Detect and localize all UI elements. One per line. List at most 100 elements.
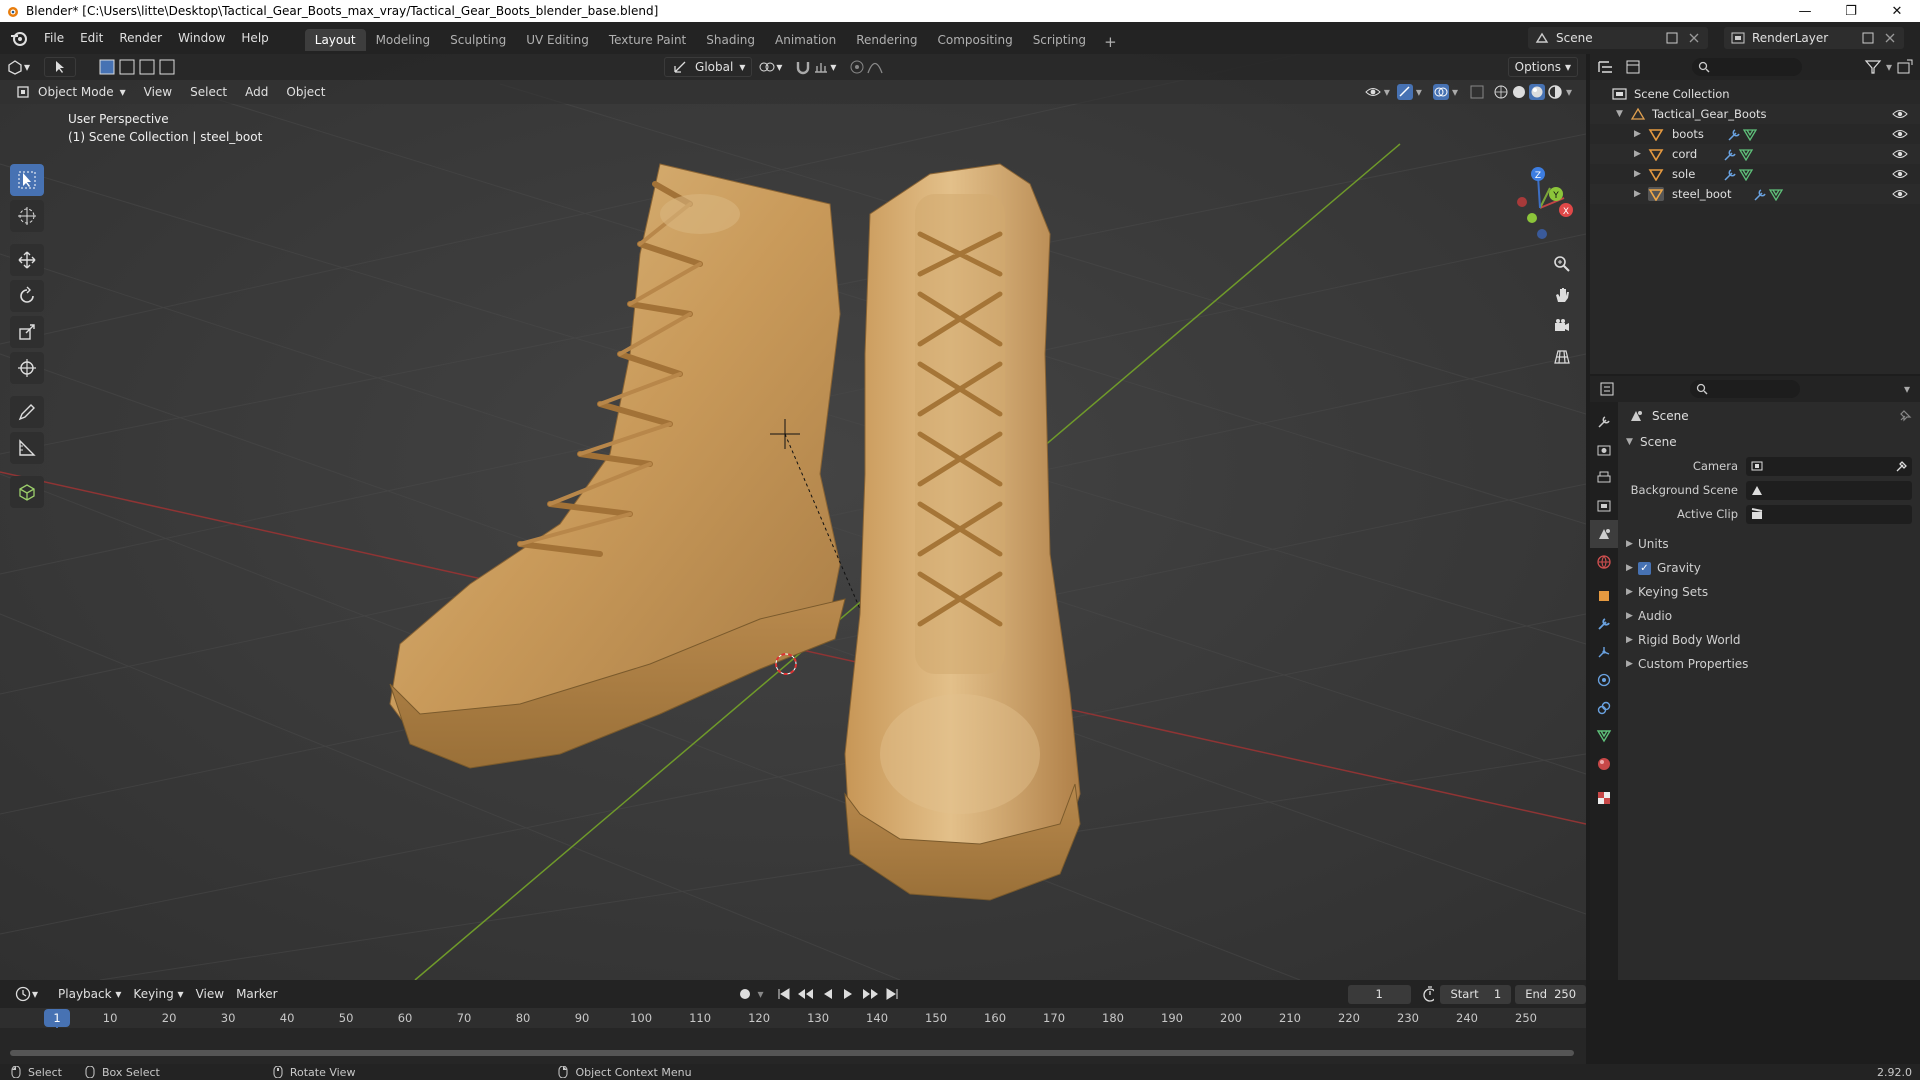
- tab-shading[interactable]: Shading: [696, 29, 765, 51]
- timeline-ruler[interactable]: 1 10 20 30 40 50 60 70 80 90 100 110 120 130 140 150 160…: [0, 1008, 1586, 1063]
- background-scene-field[interactable]: [1746, 480, 1912, 500]
- visibility-eye-icon[interactable]: [1892, 106, 1908, 122]
- tab-modeling[interactable]: Modeling: [366, 29, 441, 51]
- prev-keyframe-icon[interactable]: [796, 987, 816, 1001]
- outliner-editor-icon[interactable]: [1596, 58, 1624, 76]
- expand-triangle-icon[interactable]: ▶: [1634, 189, 1648, 199]
- timeline-menu-view[interactable]: View: [190, 984, 230, 1004]
- move-tool[interactable]: [10, 244, 44, 276]
- select-tool-button[interactable]: [44, 57, 77, 77]
- timeline-editor-type-button[interactable]: ▾: [8, 984, 44, 1004]
- outliner-row-object-active[interactable]: ▶ steel_boot: [1590, 184, 1920, 204]
- restore-button[interactable]: ❐: [1828, 0, 1874, 22]
- start-frame-field[interactable]: Start 1: [1440, 984, 1512, 1004]
- play-icon[interactable]: [840, 987, 856, 1001]
- timeline-scrollbar[interactable]: [10, 1050, 1574, 1056]
- pin-icon[interactable]: [1898, 409, 1912, 423]
- visibility-eye-icon[interactable]: [1892, 166, 1908, 182]
- tab-world[interactable]: [1590, 548, 1618, 576]
- cursor-tool[interactable]: [10, 200, 44, 232]
- perspective-toggle-button[interactable]: [1548, 343, 1576, 371]
- filter-icon[interactable]: [1864, 58, 1882, 76]
- tab-sculpting[interactable]: Sculpting: [440, 29, 516, 51]
- timeline-menu-playback[interactable]: Playback ▾: [52, 984, 127, 1004]
- eyedropper-icon[interactable]: [1894, 459, 1908, 473]
- gizmo-neg-y[interactable]: [1527, 213, 1537, 223]
- visibility-eye-icon[interactable]: [1892, 186, 1908, 202]
- tab-scene[interactable]: [1590, 520, 1618, 548]
- tab-output[interactable]: [1590, 464, 1618, 492]
- visibility-eye-icon[interactable]: [1364, 83, 1382, 101]
- tab-particles[interactable]: [1590, 638, 1618, 666]
- tab-render[interactable]: [1590, 436, 1618, 464]
- gravity-panel[interactable]: ▶ ✓ Gravity: [1618, 556, 1920, 580]
- camera-view-button[interactable]: [1548, 312, 1576, 340]
- gravity-checkbox[interactable]: ✓: [1638, 561, 1651, 575]
- overlay-toggle-icon[interactable]: [1432, 83, 1450, 101]
- proportional-edit-toggle[interactable]: [842, 57, 890, 77]
- viewport-menu-add[interactable]: Add: [239, 82, 274, 102]
- properties-editor-icon[interactable]: [1598, 380, 1626, 398]
- zoom-button[interactable]: [1548, 250, 1576, 278]
- properties-options-chevron-icon[interactable]: ▾: [1904, 382, 1910, 396]
- tab-modifiers[interactable]: [1590, 610, 1618, 638]
- next-keyframe-icon[interactable]: [860, 987, 880, 1001]
- scene-panel-header[interactable]: ▼ Scene: [1618, 430, 1920, 454]
- gizmo-neg-x[interactable]: [1517, 197, 1527, 207]
- add-workspace-icon[interactable]: +: [1096, 33, 1125, 51]
- end-frame-field[interactable]: End 250: [1515, 984, 1587, 1004]
- tab-object[interactable]: [1590, 582, 1618, 610]
- pan-button[interactable]: [1548, 281, 1576, 309]
- gizmo-neg-z[interactable]: [1537, 229, 1547, 239]
- tab-view-layer[interactable]: [1590, 492, 1618, 520]
- outliner-row-object[interactable]: ▶ sole: [1590, 164, 1920, 184]
- renderlayer-selector[interactable]: RenderLayer: [1724, 27, 1904, 49]
- expand-triangle-icon[interactable]: ▶: [1634, 169, 1648, 179]
- tab-texture-paint[interactable]: Texture Paint: [599, 29, 696, 51]
- tab-material[interactable]: [1590, 750, 1618, 778]
- viewport-scene[interactable]: [0, 54, 1586, 980]
- annotate-tool[interactable]: [10, 396, 44, 428]
- jump-start-icon[interactable]: [776, 987, 792, 1001]
- rigid-body-world-panel[interactable]: ▶ Rigid Body World: [1618, 628, 1920, 652]
- jump-end-icon[interactable]: [884, 987, 900, 1001]
- keying-sets-panel[interactable]: ▶ Keying Sets: [1618, 580, 1920, 604]
- menu-render[interactable]: Render: [111, 27, 170, 49]
- wireframe-shading-icon[interactable]: [1492, 83, 1510, 101]
- properties-search-input[interactable]: [1690, 380, 1800, 398]
- scale-tool[interactable]: [10, 316, 44, 348]
- snap-toggle[interactable]: ▾: [788, 57, 842, 77]
- blender-menu-icon[interactable]: [8, 27, 30, 49]
- menu-edit[interactable]: Edit: [72, 27, 111, 49]
- visibility-eye-icon[interactable]: [1892, 126, 1908, 142]
- tab-scripting[interactable]: Scripting: [1023, 29, 1096, 51]
- tab-data[interactable]: [1590, 722, 1618, 750]
- tab-compositing[interactable]: Compositing: [927, 29, 1022, 51]
- collapse-triangle-icon[interactable]: ▼: [1616, 109, 1630, 119]
- options-dropdown[interactable]: Options ▾: [1507, 57, 1578, 77]
- outliner-row-object[interactable]: ▶ cord: [1590, 144, 1920, 164]
- xray-toggle-icon[interactable]: [1468, 83, 1486, 101]
- stopwatch-icon[interactable]: [1421, 985, 1435, 1003]
- outliner-row-scene-collection[interactable]: Scene Collection: [1590, 84, 1920, 104]
- outliner-search-input[interactable]: [1692, 58, 1802, 76]
- expand-triangle-icon[interactable]: ▶: [1634, 149, 1648, 159]
- record-options-chevron-icon[interactable]: ▾: [758, 987, 764, 1001]
- tab-texture[interactable]: [1590, 784, 1618, 812]
- menu-file[interactable]: File: [36, 27, 72, 49]
- gizmo-toggle-icon[interactable]: [1396, 83, 1414, 101]
- viewport-menu-object[interactable]: Object: [280, 82, 331, 102]
- tab-animation[interactable]: Animation: [765, 29, 846, 51]
- viewport-menu-view[interactable]: View: [138, 82, 178, 102]
- editor-type-button[interactable]: ▾: [0, 57, 36, 77]
- minimize-button[interactable]: —: [1782, 0, 1828, 22]
- rotate-tool[interactable]: [10, 280, 44, 312]
- 3d-viewport[interactable]: ▾ Global ▾ ▾ ▾ Options ▾ Object Mode ▾ V…: [0, 54, 1586, 980]
- select-box-tool[interactable]: [10, 164, 44, 196]
- menu-help[interactable]: Help: [233, 27, 276, 49]
- current-frame-indicator[interactable]: 1: [44, 1009, 70, 1027]
- right-boot[interactable]: [844, 163, 1081, 901]
- custom-properties-panel[interactable]: ▶ Custom Properties: [1618, 652, 1920, 676]
- rendered-shading-icon[interactable]: [1546, 83, 1564, 101]
- orientation-dropdown[interactable]: Global ▾: [664, 57, 753, 77]
